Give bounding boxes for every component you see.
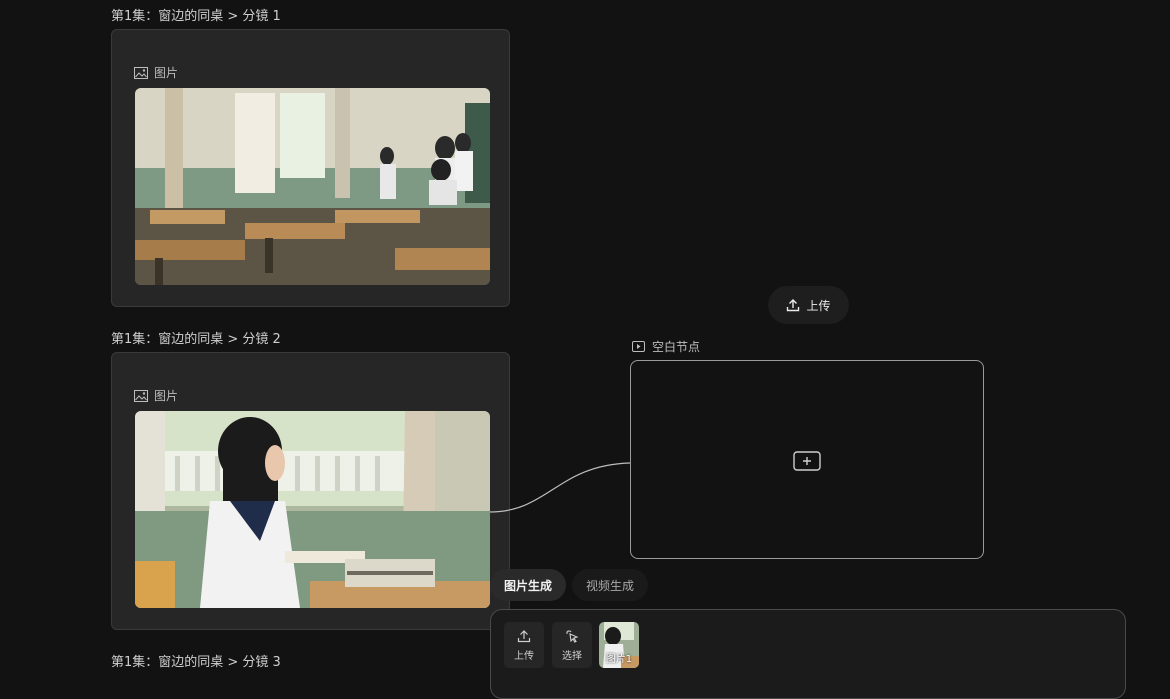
breadcrumb-shot-2: 第1集：窗边的同桌 > 分镜 2 — [111, 332, 281, 347]
upload-icon — [787, 299, 800, 312]
cursor-click-icon — [566, 629, 579, 643]
panel-select-label: 选择 — [562, 650, 582, 662]
blank-node-label: 空白节点 — [652, 340, 701, 354]
video-icon — [632, 341, 645, 352]
panel-upload-label: 上传 — [514, 650, 534, 662]
blank-node[interactable] — [630, 360, 984, 559]
card-header: 图片 — [134, 387, 178, 404]
upload-button-label: 上传 — [806, 298, 831, 313]
node-connector — [489, 462, 631, 513]
upload-button[interactable]: 上传 — [768, 286, 849, 324]
image-icon — [134, 66, 148, 79]
breadcrumb-shot-1: 第1集：窗边的同桌 > 分镜 1 — [111, 9, 281, 24]
student-reading-image[interactable] — [135, 411, 490, 608]
tab-video-generation[interactable]: 视频生成 — [572, 569, 649, 601]
classroom-image[interactable] — [135, 88, 490, 285]
card-label: 图片 — [154, 389, 179, 403]
upload-icon — [517, 629, 531, 642]
plus-icon[interactable] — [793, 451, 821, 471]
breadcrumb-shot-3: 第1集：窗边的同桌 > 分镜 3 — [111, 655, 281, 670]
image-card-shot-1[interactable]: 图片 — [111, 29, 510, 307]
panel-upload-button[interactable]: 上传 — [504, 622, 544, 668]
card-label: 图片 — [154, 66, 179, 80]
panel-select-button[interactable]: 选择 — [552, 622, 592, 668]
image-icon — [134, 389, 148, 402]
blank-node-title: 空白节点 — [632, 338, 700, 355]
attached-image-thumbnail[interactable]: 图片1 — [599, 622, 639, 668]
tab-image-generation[interactable]: 图片生成 — [490, 569, 567, 601]
generation-panel: 上传 选择 图片1 — [490, 609, 1126, 699]
generation-tabs: 图片生成 视频生成 — [490, 569, 649, 601]
image-card-shot-2[interactable]: 图片 — [111, 352, 510, 630]
attached-image-label: 图片1 — [605, 654, 633, 665]
card-header: 图片 — [134, 64, 178, 81]
